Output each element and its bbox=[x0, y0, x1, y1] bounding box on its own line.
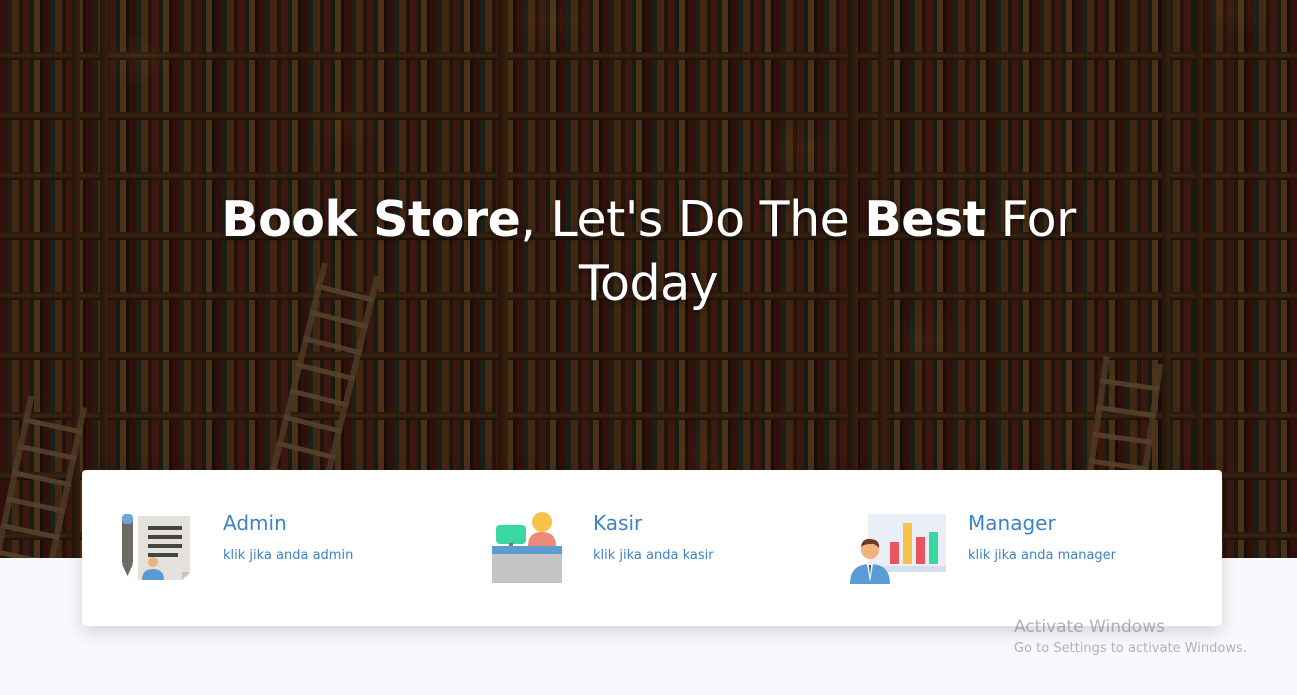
role-manager-description: klik jika anda manager bbox=[968, 548, 1117, 563]
role-admin-description: klik jika anda admin bbox=[223, 548, 354, 563]
role-manager-title: Manager bbox=[968, 511, 1056, 535]
role-manager-link[interactable]: Manager klik jika anda manager bbox=[850, 470, 1210, 626]
role-kasir-title: Kasir bbox=[593, 511, 643, 535]
cashier-desk-icon bbox=[492, 510, 564, 588]
hero-title-line-2: Today bbox=[578, 255, 719, 312]
manager-chart-icon bbox=[850, 512, 948, 588]
windows-activation-watermark: Activate Windows Go to Settings to activ… bbox=[1014, 616, 1247, 660]
role-kasir-link[interactable]: Kasir klik jika anda kasir bbox=[492, 470, 832, 626]
hero-title-brand: Book Store bbox=[221, 191, 521, 248]
watermark-subtitle: Go to Settings to activate Windows. bbox=[1014, 641, 1247, 656]
hero-title-text: , Let's Do The bbox=[520, 191, 865, 248]
role-admin-title: Admin bbox=[223, 511, 287, 535]
hero-title-emphasis: Best bbox=[864, 191, 986, 248]
hero-title-text-end: For bbox=[985, 191, 1077, 248]
role-selection-card: Admin klik jika anda admin Kasir klik ji… bbox=[82, 470, 1222, 626]
hero-title-line-1: Book Store, Let's Do The Best For bbox=[0, 188, 1297, 252]
watermark-title: Activate Windows bbox=[1014, 617, 1165, 637]
admin-document-icon bbox=[120, 514, 194, 584]
role-admin-link[interactable]: Admin klik jika anda admin bbox=[120, 470, 460, 626]
role-kasir-description: klik jika anda kasir bbox=[593, 548, 714, 563]
hero-title: Book Store, Let's Do The Best For Today bbox=[0, 188, 1297, 316]
